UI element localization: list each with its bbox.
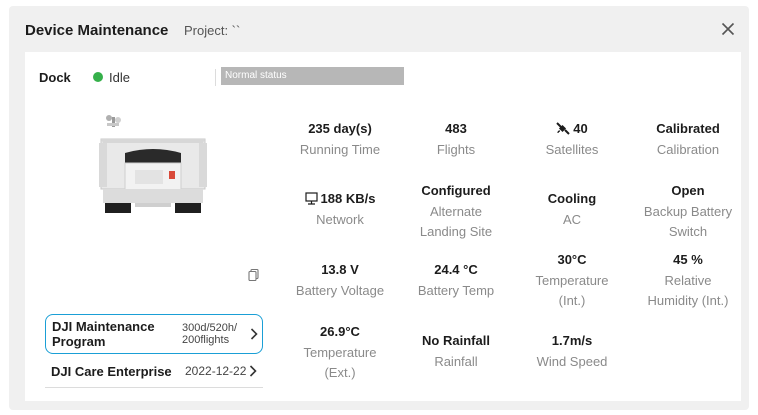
stat-label: Temperature (Int.) [535,273,609,308]
stat-value: 483 [445,121,467,136]
dock-status: Idle [109,70,130,85]
device-maintenance-panel: Device Maintenance Project: `` Dock Idle… [9,6,749,410]
network-icon [304,192,318,205]
stat-value: 235 day(s) [308,121,372,136]
stat-value: Cooling [547,191,597,206]
stat-rainfall: No Rainfall Rainfall [398,332,514,372]
stat-label: Alternate Landing Site [419,204,493,239]
stat-value: No Rainfall [422,333,490,348]
stat-label: Battery Temp [417,283,495,298]
stat-network: 188 KB/s Network [282,190,398,230]
stat-calibration: Calibrated Calibration [630,120,746,160]
stat-value: Open [671,183,705,198]
stat-ac: Cooling AC [514,190,630,230]
item-name: DJI Care Enterprise [51,364,172,379]
item-meta: 2022-12-22 [185,364,247,378]
item-name: DJI Maintenance Program [52,319,155,349]
divider [45,387,263,388]
stat-value: 13.8 V [321,262,359,277]
care-enterprise-item[interactable]: DJI Care Enterprise 2022-12-22 [45,358,263,384]
stat-value: 30°C [557,252,587,267]
panel-title: Device Maintenance [25,22,169,39]
stat-humidity-int: 45 % Relative Humidity (Int.) [630,251,746,311]
stat-label: Relative Humidity (Int.) [647,273,729,308]
stat-satellites: 40 Satellites [514,120,630,160]
stat-label: Temperature (Ext.) [303,345,377,380]
copy-icon[interactable] [247,268,261,282]
stat-wind-speed: 1.7m/s Wind Speed [514,332,630,372]
stat-label: Calibration [656,142,720,157]
stat-value: 40 [573,121,588,136]
stat-value: Configured [421,183,491,198]
divider [215,69,216,86]
satellite-icon [556,122,570,135]
stat-value: 45 % [673,252,703,267]
status-bar: Normal status [221,67,404,85]
close-icon [721,22,735,36]
stat-label: AC [562,212,582,227]
dock-label: Dock [39,70,71,85]
stat-label: Backup Battery Switch [643,204,733,239]
stat-alternate-landing: Configured Alternate Landing Site [398,182,514,242]
stat-value: Calibrated [656,121,720,136]
item-meta: 300d/520h/ 200flights [182,322,238,346]
maintenance-program-item[interactable]: DJI Maintenance Program 300d/520h/ 200fl… [45,314,263,354]
stat-label: Network [316,212,364,227]
dock-card: Dock Idle Normal status 235 day(s) Runni… [25,52,741,401]
status-dot [93,72,103,82]
stat-value: 26.9°C [320,324,360,339]
chevron-right-icon [249,365,257,377]
stat-label: Running Time [299,142,381,157]
chevron-right-icon [250,328,258,340]
stat-value: 188 KB/s [320,191,376,206]
stat-value: 24.4 °C [434,262,478,277]
stat-battery-voltage: 13.8 V Battery Voltage [282,261,398,301]
dock-image [99,115,207,213]
stat-temperature-int: 30°C Temperature (Int.) [514,251,630,311]
project-label: Project: `` [184,23,241,38]
stat-label: Wind Speed [536,354,608,369]
stat-label: Battery Voltage [295,283,385,298]
stat-running-time: 235 day(s) Running Time [282,120,398,160]
stat-backup-battery: Open Backup Battery Switch [630,182,746,242]
stat-value: 1.7m/s [551,333,593,348]
stat-label: Satellites [545,142,599,157]
stat-flights: 483 Flights [398,120,514,160]
stat-temperature-ext: 26.9°C Temperature (Ext.) [282,323,398,383]
stat-label: Rainfall [434,354,478,369]
stat-battery-temp: 24.4 °C Battery Temp [398,261,514,301]
close-button[interactable] [716,17,740,41]
stat-label: Flights [436,142,476,157]
